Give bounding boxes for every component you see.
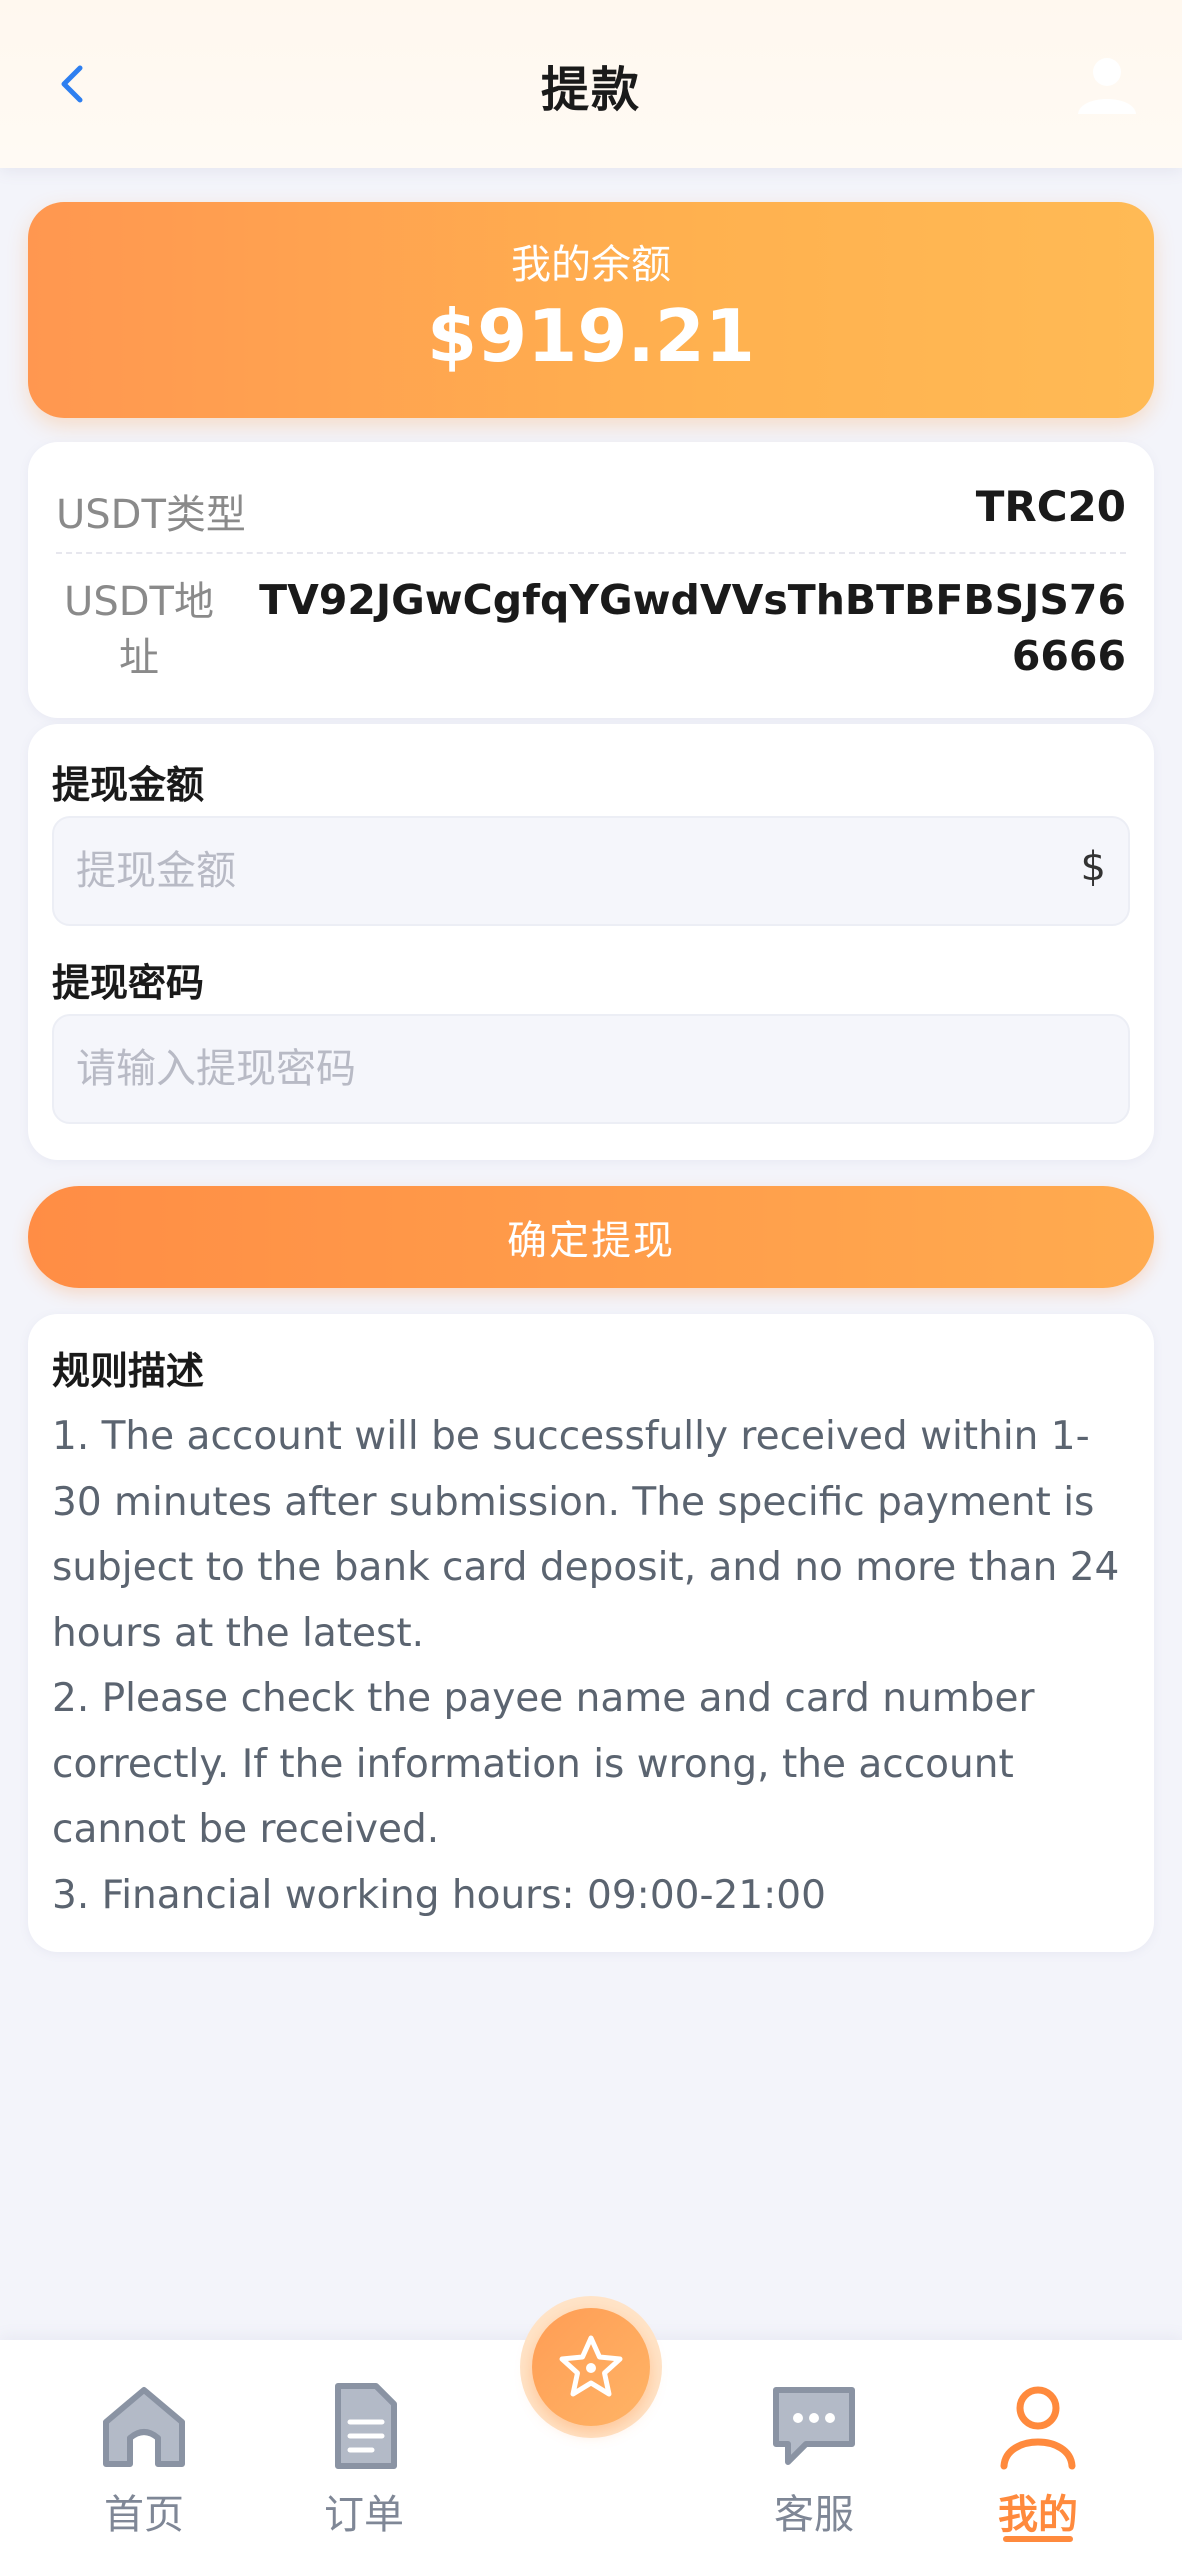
balance-label: 我的余额 [511, 242, 671, 288]
home-icon [103, 2387, 185, 2467]
top-bar: 提款 [0, 0, 1182, 168]
rules-title: 规则描述 [52, 1349, 205, 1393]
balance-card: 我的余额 $919.21 [28, 202, 1154, 418]
tab-support[interactable]: 客服 [714, 2340, 914, 2556]
rule-item: 2. Please check the payee name and card … [52, 1676, 1035, 1852]
tab-label: 订单 [324, 2492, 404, 2538]
withdraw-form: 提现金额 $ 提现密码 [28, 724, 1154, 1160]
amount-label: 提现金额 [52, 763, 205, 807]
usdt-address-label: USDT地址 [64, 579, 214, 681]
profile-button[interactable] [1072, 48, 1142, 118]
confirm-withdraw-button[interactable]: 确定提现 [28, 1186, 1154, 1288]
password-label: 提现密码 [52, 961, 205, 1005]
active-tab-indicator [1003, 2536, 1073, 2542]
tab-label: 首页 [104, 2492, 184, 2538]
balance-value: $919.21 [427, 294, 755, 378]
tab-home[interactable]: 首页 [44, 2340, 244, 2556]
currency-suffix: $ [1080, 844, 1106, 890]
user-icon [1000, 2386, 1076, 2470]
rules-body: 1. The account will be successfully rece… [52, 1404, 1130, 1928]
star-icon [559, 2335, 623, 2397]
tab-orders[interactable]: 订单 [264, 2340, 464, 2556]
tab-mine[interactable]: 我的 [938, 2340, 1138, 2556]
usdt-type-label: USDT类型 [56, 492, 246, 538]
center-action-button[interactable] [520, 2296, 662, 2438]
tab-label: 我的 [998, 2492, 1078, 2538]
amount-input[interactable] [54, 818, 1128, 924]
usdt-type-value: TRC20 [975, 482, 1126, 531]
usdt-info-card: USDT类型 TRC20 USDT地址 TV92JGwCgfqYGwdVVsTh… [28, 442, 1154, 718]
document-icon [335, 2383, 397, 2469]
password-input[interactable] [54, 1016, 1128, 1122]
rule-item: 1. The account will be successfully rece… [52, 1414, 1120, 1656]
password-input-wrapper [52, 1014, 1130, 1124]
tab-label: 客服 [774, 2492, 854, 2538]
center-action-inner [532, 2308, 650, 2426]
page-title: 提款 [540, 62, 641, 118]
rule-item: 3. Financial working hours: 09:00-21:00 [52, 1872, 826, 1918]
rules-card: 规则描述 1. The account will be successfully… [28, 1314, 1154, 1952]
chat-icon [773, 2387, 855, 2465]
amount-input-wrapper: $ [52, 816, 1130, 926]
usdt-address-value: TV92JGwCgfqYGwdVVsThBTBFBSJS766666 [259, 576, 1126, 680]
user-icon [1078, 58, 1136, 114]
divider [56, 552, 1126, 554]
